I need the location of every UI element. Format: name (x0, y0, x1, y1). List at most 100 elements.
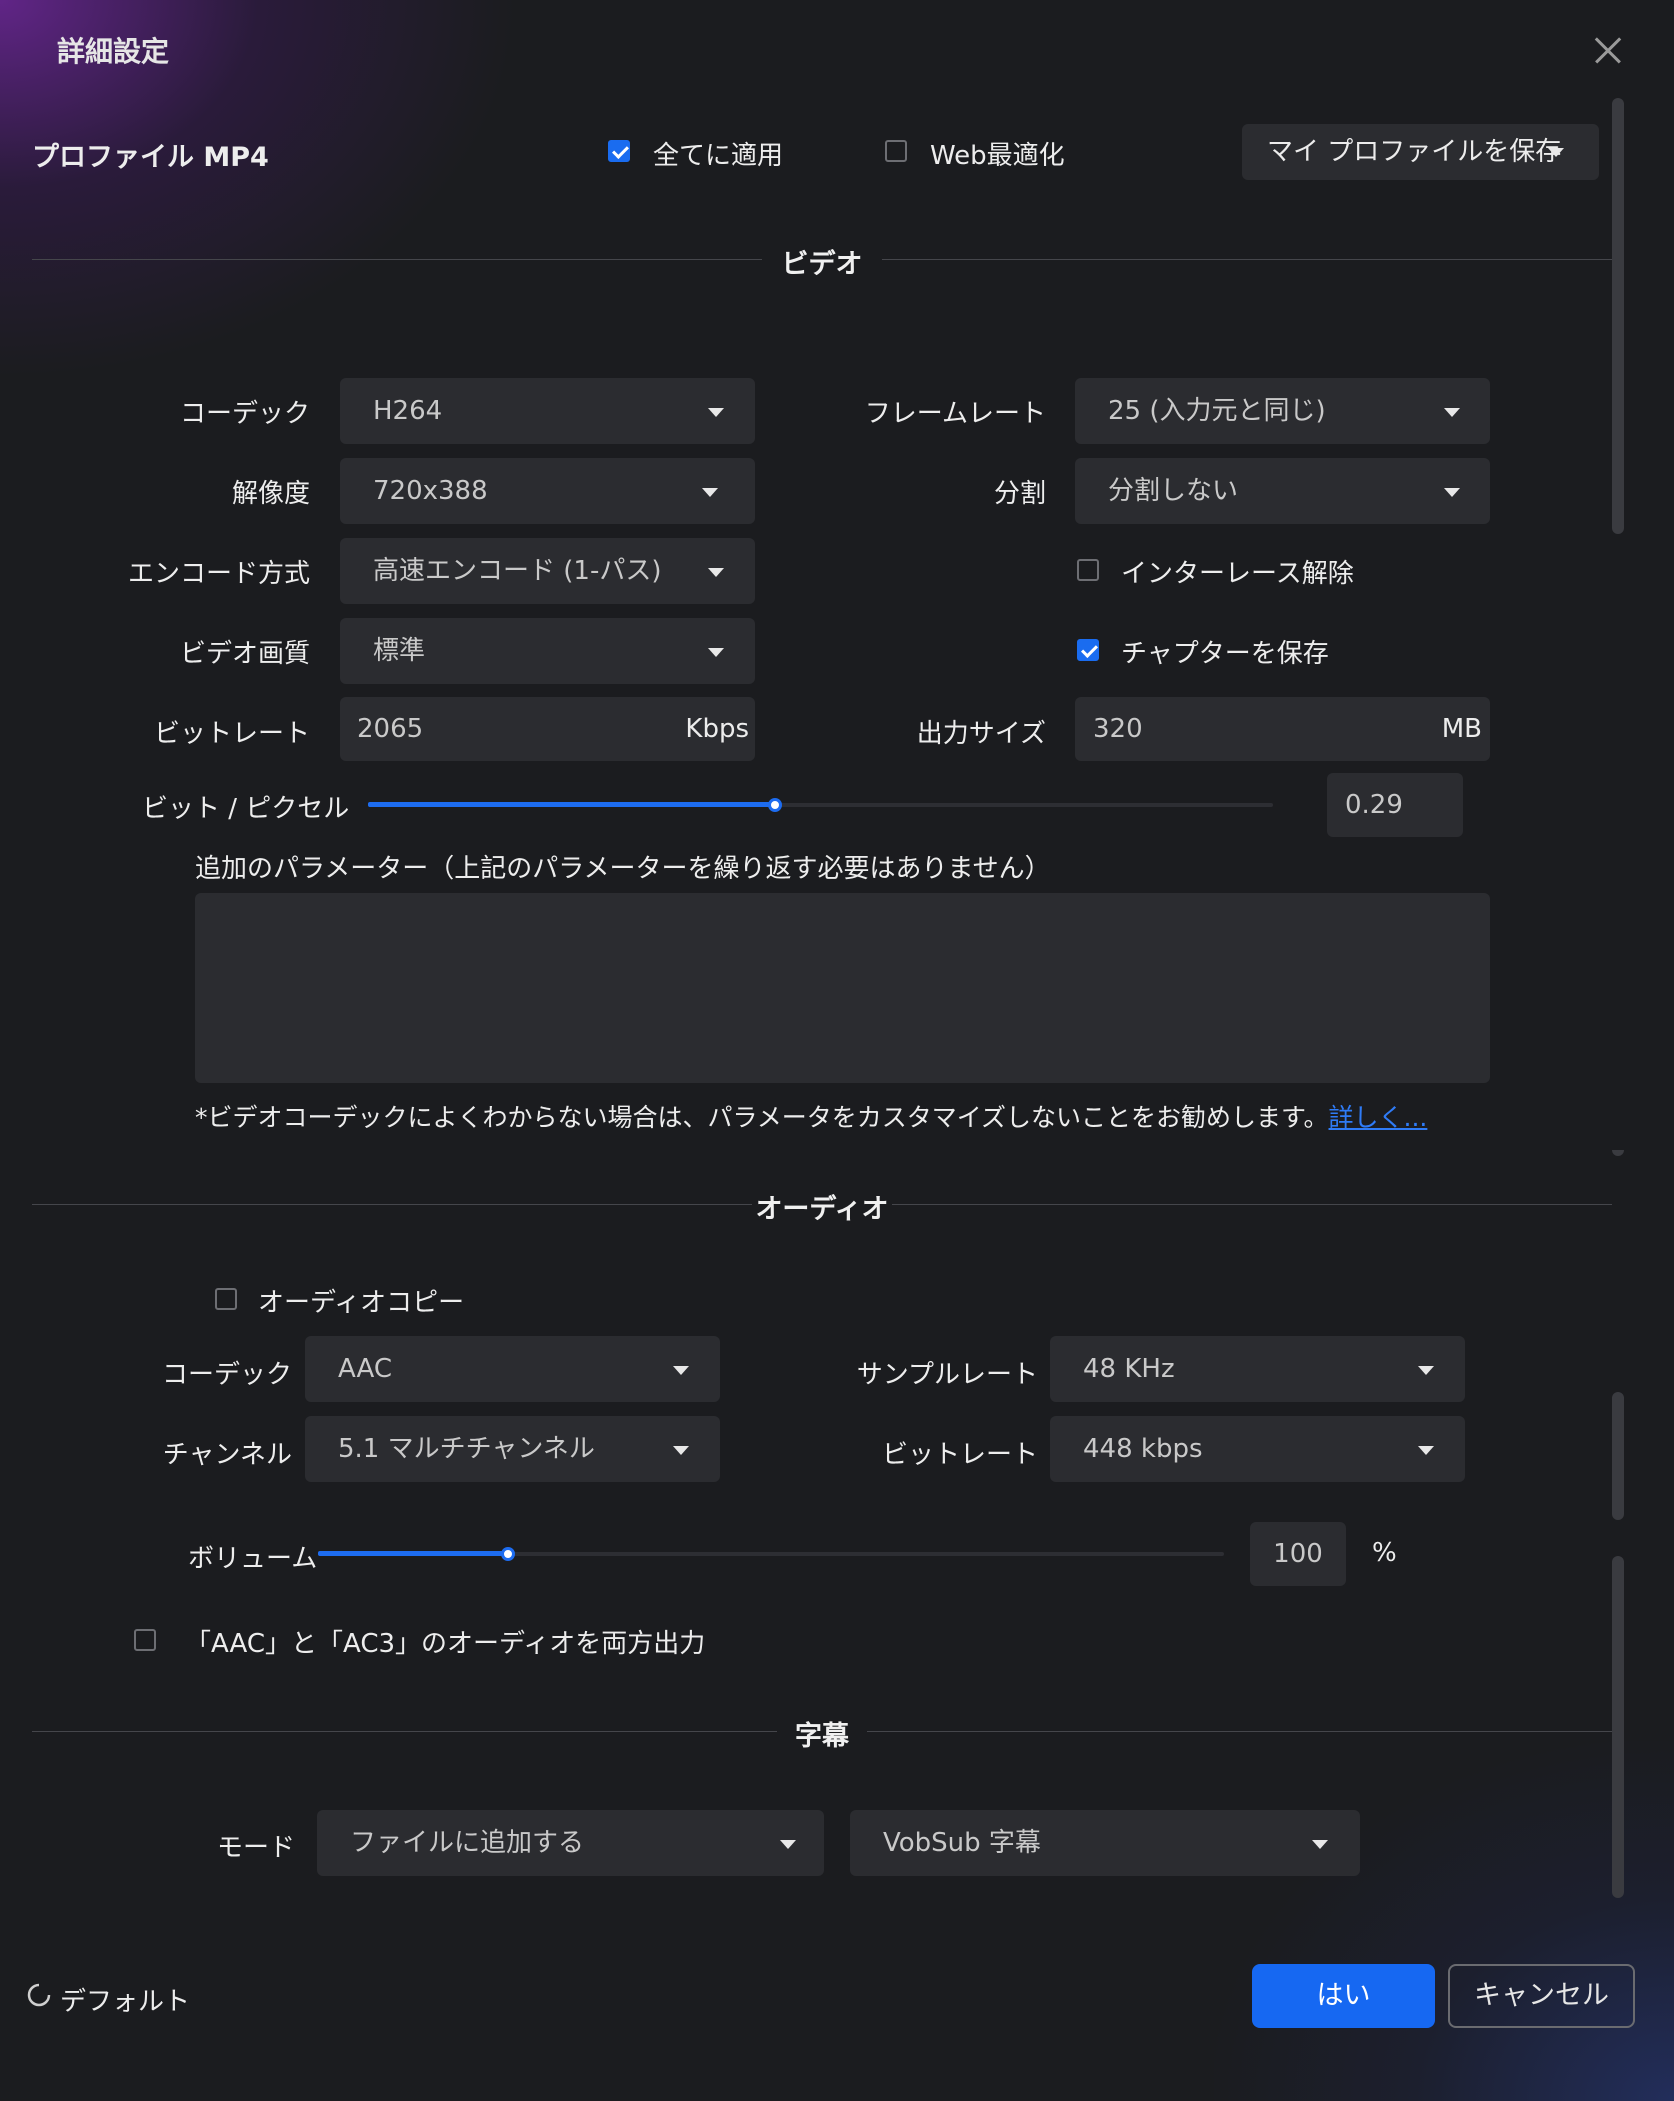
scrollbar-thumb-top[interactable] (1612, 98, 1624, 534)
video-codec-value: H264 (373, 396, 443, 426)
sample-rate-dropdown[interactable]: 48 KHz (1050, 1336, 1465, 1402)
section-divider (867, 1731, 1612, 1732)
volume-label: ボリューム (188, 1544, 318, 1574)
audio-codec-dropdown[interactable]: AAC (305, 1336, 720, 1402)
chevron-down-icon (1312, 1840, 1328, 1849)
video-bitrate-input[interactable]: 2065 Kbps (340, 697, 755, 761)
bits-per-pixel-slider-handle[interactable] (768, 798, 782, 812)
video-codec-dropdown[interactable]: H264 (340, 378, 755, 444)
default-button[interactable]: デフォルト (60, 1981, 190, 2018)
deinterlace-checkbox[interactable] (1077, 559, 1099, 581)
split-value: 分割しない (1108, 476, 1239, 506)
background-glow-bottom-right (1214, 1741, 1674, 2101)
apply-all-checkbox[interactable] (608, 140, 630, 162)
volume-slider-handle[interactable] (501, 1547, 515, 1561)
audio-bitrate-value: 448 kbps (1083, 1434, 1203, 1464)
video-codec-label: コーデック (179, 399, 310, 429)
audio-copy-checkbox[interactable] (215, 1288, 237, 1310)
subtitle-mode-value: ファイルに追加する (350, 1828, 585, 1858)
bits-per-pixel-label: ビット / ピクセル (142, 794, 350, 824)
channel-label: チャンネル (162, 1440, 292, 1470)
video-bitrate-unit: Kbps (685, 714, 749, 744)
subtitle-format-value: VobSub 字幕 (883, 1828, 1041, 1858)
video-bitrate-value: 2065 (357, 714, 424, 744)
save-profile-dropdown[interactable]: マイ プロファイルを保存 (1242, 124, 1599, 180)
audio-copy-label: オーディオコピー (258, 1288, 465, 1318)
codec-note: *ビデオコーデックによくわからない場合は、パラメータをカスタマイズしないことをお… (195, 1098, 1427, 1134)
channel-dropdown[interactable]: 5.1 マルチチャンネル (305, 1416, 720, 1482)
chevron-down-icon (1444, 408, 1460, 417)
chevron-down-icon (780, 1840, 796, 1849)
scrollbar-thumb-bottom[interactable] (1612, 1556, 1624, 1898)
volume-unit: % (1372, 1538, 1397, 1568)
apply-all-label: 全てに適用 (653, 141, 784, 171)
subtitle-section-title: 字幕 (795, 1721, 849, 1752)
ok-button[interactable]: はい (1252, 1964, 1435, 2028)
split-label: 分割 (993, 479, 1046, 509)
subtitle-format-dropdown[interactable]: VobSub 字幕 (850, 1810, 1360, 1876)
section-divider (32, 1731, 777, 1732)
chevron-down-icon (673, 1366, 689, 1375)
audio-section-title: オーディオ (755, 1194, 889, 1225)
deinterlace-label: インターレース解除 (1121, 559, 1354, 589)
reset-icon[interactable] (26, 1982, 52, 2008)
web-optimize-label: Web最適化 (930, 141, 1065, 171)
chevron-down-icon (673, 1446, 689, 1455)
subtitle-mode-label: モード (216, 1833, 295, 1863)
dual-audio-label: 「AAC」と「AC3」のオーディオを両方出力 (185, 1629, 706, 1659)
profile-label: プロファイル MP4 (32, 142, 269, 173)
framerate-value: 25 (入力元と同じ) (1108, 396, 1326, 426)
resolution-dropdown[interactable]: 720x388 (340, 458, 755, 524)
codec-note-text: *ビデオコーデックによくわからない場合は、パラメータをカスタマイズしないことをお… (195, 1103, 1329, 1132)
video-bitrate-label: ビットレート (153, 719, 310, 749)
chevron-down-icon (1548, 148, 1564, 157)
bits-per-pixel-fill (368, 802, 775, 807)
dialog-title: 詳細設定 (57, 35, 170, 68)
cancel-button[interactable]: キャンセル (1448, 1964, 1635, 2028)
section-divider (32, 1204, 752, 1205)
resolution-label: 解像度 (231, 479, 310, 509)
extra-params-textarea[interactable] (195, 893, 1490, 1083)
extra-params-label: 追加のパラメーター（上記のパラメーターを繰り返す必要はありません） (195, 854, 1051, 884)
bits-per-pixel-input[interactable]: 0.29 (1327, 773, 1463, 837)
split-dropdown[interactable]: 分割しない (1075, 458, 1490, 524)
resolution-value: 720x388 (373, 476, 488, 506)
output-size-label: 出力サイズ (916, 719, 1046, 749)
framerate-dropdown[interactable]: 25 (入力元と同じ) (1075, 378, 1490, 444)
keep-chapters-label: チャプターを保存 (1121, 639, 1329, 669)
video-quality-dropdown[interactable]: 標準 (340, 618, 755, 684)
section-divider (892, 1204, 1612, 1205)
web-optimize-checkbox[interactable] (885, 140, 907, 162)
framerate-label: フレームレート (864, 399, 1046, 429)
scrollbar-thumb-mid[interactable] (1612, 1392, 1624, 1520)
audio-bitrate-dropdown[interactable]: 448 kbps (1050, 1416, 1465, 1482)
encode-mode-label: エンコード方式 (127, 559, 310, 589)
scrollbar-segment (1612, 1150, 1624, 1156)
sample-rate-label: サンプルレート (856, 1360, 1038, 1390)
video-quality-value: 標準 (373, 636, 426, 666)
channel-value: 5.1 マルチチャンネル (338, 1434, 595, 1464)
video-quality-label: ビデオ画質 (179, 639, 310, 669)
audio-bitrate-label: ビットレート (881, 1440, 1038, 1470)
section-divider (32, 259, 762, 260)
save-profile-label: マイ プロファイルを保存 (1267, 137, 1562, 167)
subtitle-mode-dropdown[interactable]: ファイルに追加する (317, 1810, 824, 1876)
sample-rate-value: 48 KHz (1083, 1354, 1175, 1384)
volume-fill (318, 1551, 508, 1556)
chevron-down-icon (708, 408, 724, 417)
output-size-input[interactable]: 320 MB (1075, 697, 1490, 761)
more-info-link[interactable]: 詳しく... (1329, 1103, 1428, 1132)
audio-codec-value: AAC (338, 1354, 392, 1384)
volume-input[interactable]: 100 (1250, 1522, 1346, 1586)
dual-audio-checkbox[interactable] (134, 1629, 156, 1651)
chevron-down-icon (708, 648, 724, 657)
chevron-down-icon (1418, 1366, 1434, 1375)
audio-codec-label: コーデック (161, 1360, 292, 1390)
encode-mode-dropdown[interactable]: 高速エンコード (1-パス) (340, 538, 755, 604)
section-divider (882, 259, 1612, 260)
output-size-unit: MB (1441, 714, 1482, 744)
encode-mode-value: 高速エンコード (1-パス) (373, 556, 662, 586)
chevron-down-icon (1444, 488, 1460, 497)
keep-chapters-checkbox[interactable] (1077, 639, 1099, 661)
close-icon[interactable] (1588, 30, 1628, 70)
